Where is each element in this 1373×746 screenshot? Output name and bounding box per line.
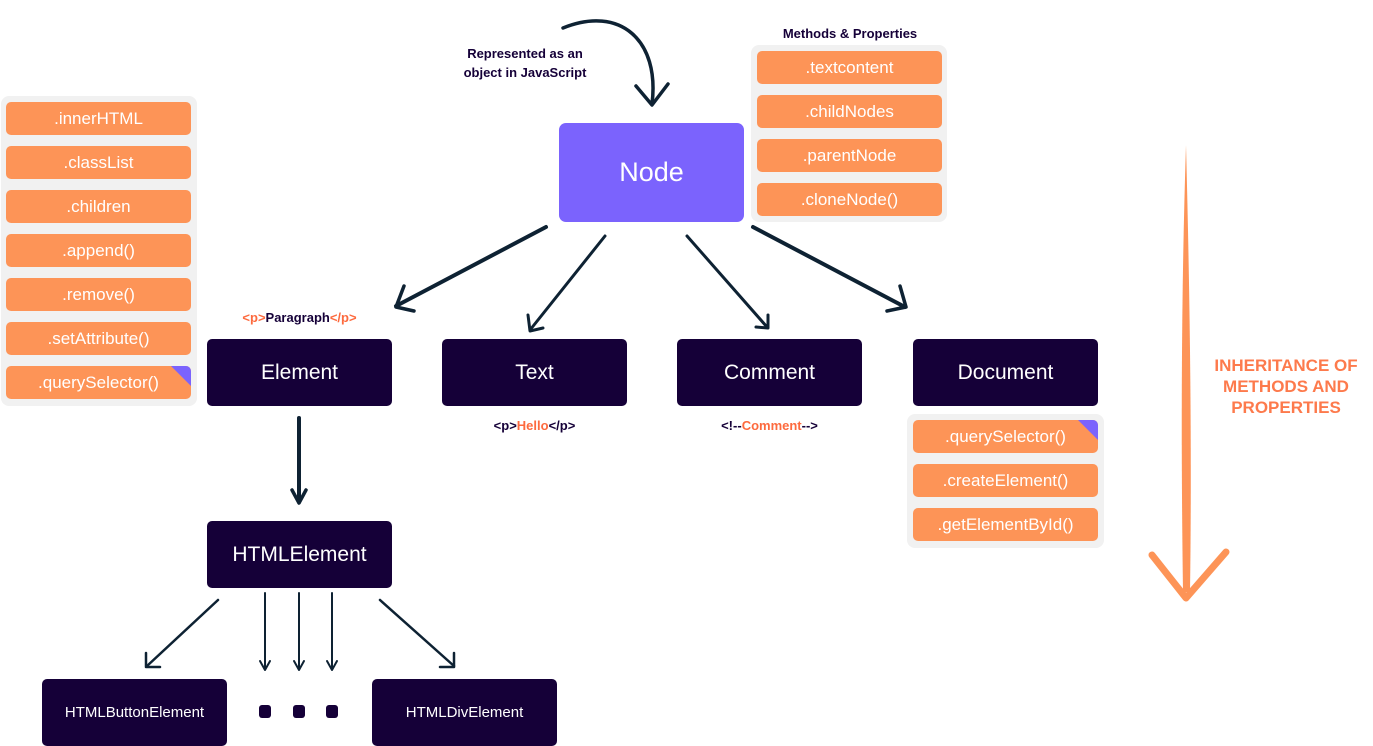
example-content: Hello — [516, 418, 549, 433]
inheritance-label: INHERITANCE OF METHODS AND PROPERTIES — [1200, 355, 1372, 418]
document-box: Document — [913, 339, 1098, 406]
methods-title: Methods & Properties — [782, 26, 918, 41]
method-label: .setAttribute() — [47, 328, 150, 348]
example-content: Paragraph — [265, 310, 330, 325]
method-label: .querySelector() — [38, 372, 159, 392]
method-label: .createElement() — [942, 470, 1069, 490]
method-label: .querySelector() — [945, 426, 1066, 446]
htmlbuttonelement-box: HTMLButtonElement — [42, 679, 227, 746]
arrow-node-to-element — [394, 225, 548, 308]
annotation-text: Represented as an object in JavaScript — [450, 44, 600, 82]
annotation-line-1: Represented as an — [467, 46, 583, 61]
method-label: .children — [66, 196, 131, 216]
example-tag-close: </p> — [548, 418, 576, 433]
method-label: .cloneNode() — [800, 189, 899, 209]
method-label: .classList — [63, 152, 134, 172]
text-example: <p>Hello</p> — [442, 418, 627, 433]
element-example: <p>Paragraph</p> — [207, 310, 392, 325]
method-pill-innerhtml: .innerHTML — [6, 102, 191, 135]
inheritance-label-line-2: METHODS AND — [1223, 377, 1349, 396]
comment-label: Comment — [723, 360, 816, 384]
example-comment-close: --> — [801, 418, 818, 433]
example-comment-open: <!-- — [721, 418, 742, 433]
method-pill-childnodes: .childNodes — [757, 95, 942, 128]
arrow-to-div-element — [378, 598, 456, 668]
element-label: Element — [260, 360, 339, 384]
method-label: .append() — [62, 240, 135, 260]
inheritance-label-line-1: INHERITANCE OF — [1214, 356, 1358, 375]
method-pill-textcontent: .textcontent — [757, 51, 942, 84]
method-pill-children: .children — [6, 190, 191, 223]
example-tag-open: <p> — [242, 310, 266, 325]
method-label: .parentNode — [802, 145, 897, 165]
method-label: .innerHTML — [54, 108, 143, 128]
ellipsis-dot — [259, 705, 271, 718]
element-box: Element — [207, 339, 392, 406]
override-marker-icon — [1078, 420, 1098, 440]
method-pill-remove: .remove() — [6, 278, 191, 311]
example-content: Comment — [741, 418, 802, 433]
comment-example: <!--Comment--> — [677, 418, 862, 433]
htmlbuttonelement-label: HTMLButtonElement — [64, 704, 205, 721]
method-label: .getElementById() — [937, 514, 1074, 534]
comment-box: Comment — [677, 339, 862, 406]
method-pill-doc-queryselector: .querySelector() — [913, 420, 1098, 453]
htmlelement-label: HTMLElement — [232, 542, 367, 566]
override-marker-icon — [171, 366, 191, 386]
method-label: .textcontent — [805, 57, 894, 77]
example-tag-open: <p> — [493, 418, 517, 433]
method-label: .childNodes — [805, 101, 894, 121]
inheritance-label-line-3: PROPERTIES — [1231, 398, 1341, 417]
arrow-node-to-document — [751, 225, 907, 309]
htmldivelement-box: HTMLDivElement — [372, 679, 557, 746]
method-pill-parentnode: .parentNode — [757, 139, 942, 172]
annotation-line-2: object in JavaScript — [463, 65, 587, 80]
method-pill-clonenode: .cloneNode() — [757, 183, 942, 216]
htmldivelement-label: HTMLDivElement — [405, 704, 524, 721]
ellipsis-dot — [293, 705, 305, 718]
ellipsis-dot — [326, 705, 338, 718]
text-label: Text — [515, 360, 554, 384]
method-pill-classlist: .classList — [6, 146, 191, 179]
document-label: Document — [957, 360, 1054, 384]
node-box: Node — [559, 123, 744, 222]
arrow-node-to-comment — [685, 234, 769, 329]
arrow-to-button-element — [145, 598, 220, 668]
method-label: .remove() — [62, 284, 135, 304]
method-pill-createelement: .createElement() — [913, 464, 1098, 497]
text-box: Text — [442, 339, 627, 406]
node-label: Node — [619, 157, 684, 187]
method-pill-queryselector: .querySelector() — [6, 366, 191, 399]
htmlelement-box: HTMLElement — [207, 521, 392, 588]
method-pill-setattribute: .setAttribute() — [6, 322, 191, 355]
method-pill-append: .append() — [6, 234, 191, 267]
inheritance-arrow — [1181, 145, 1191, 592]
arrow-node-to-text — [528, 234, 607, 332]
method-pill-getelementbyid: .getElementById() — [913, 508, 1098, 541]
example-tag-close: </p> — [329, 310, 357, 325]
